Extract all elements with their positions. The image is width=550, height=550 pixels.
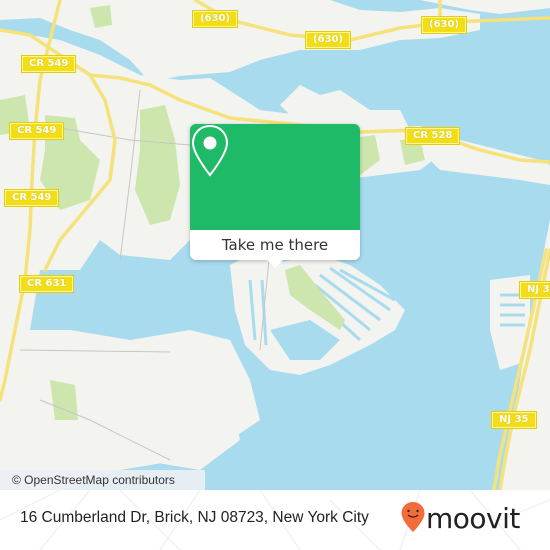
- brand-name: moovit: [426, 502, 520, 535]
- popup-pointer: [266, 259, 284, 268]
- road-label-cr631: CR 631: [18, 275, 75, 293]
- road-label-630: (630): [420, 16, 468, 34]
- take-me-there-button[interactable]: Take me there: [190, 230, 360, 260]
- map-pin-icon: [191, 124, 229, 177]
- map-attribution[interactable]: © OpenStreetMap contributors: [0, 470, 205, 490]
- road-label-cr549: CR 549: [3, 189, 60, 207]
- road-label-630: (630): [191, 10, 239, 28]
- road-label-630: (630): [304, 31, 352, 49]
- moovit-pin-icon: [401, 502, 425, 532]
- address-text: 16 Cumberland Dr, Brick, NJ 08723, New Y…: [20, 509, 369, 526]
- footer: 16 Cumberland Dr, Brick, NJ 08723, New Y…: [0, 490, 550, 550]
- road-label-nj35: NJ 35: [519, 281, 550, 299]
- location-popup: Take me there: [190, 124, 360, 268]
- road-label-cr549: CR 549: [20, 55, 77, 73]
- popup-header: [190, 124, 360, 230]
- road-label-nj35: NJ 35: [491, 411, 537, 429]
- moovit-logo[interactable]: moovit: [400, 500, 540, 540]
- map-view[interactable]: (630) (630) (630) CR 549 CR 549 CR 549 C…: [0, 0, 550, 490]
- road-label-cr528: CR 528: [404, 127, 461, 145]
- land-east-inlets: [420, 140, 550, 185]
- road-label-cr549: CR 549: [8, 122, 65, 140]
